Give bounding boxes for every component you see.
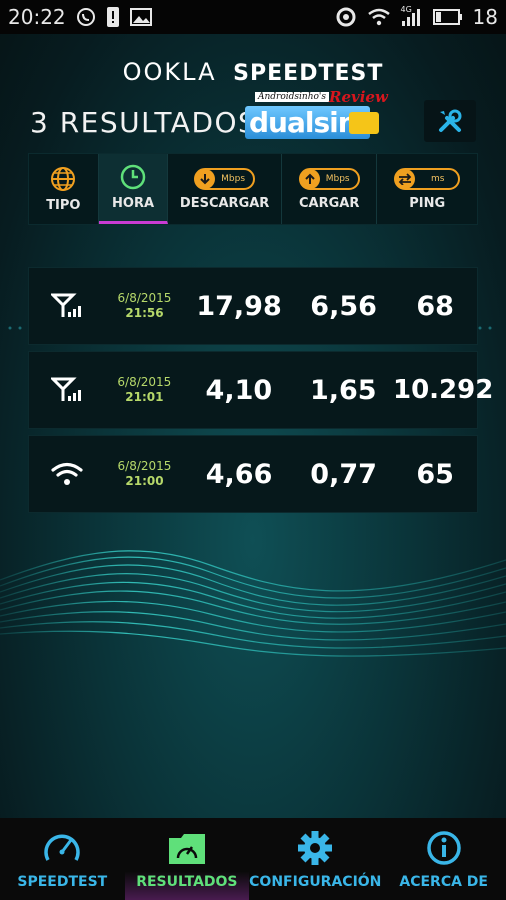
tab-label: DESCARGAR xyxy=(179,195,270,211)
ookla-logo: OOKLA xyxy=(122,58,217,86)
results-count-title: 3 RESULTADOS xyxy=(30,106,258,139)
ping-unit: ms xyxy=(430,173,445,184)
connection-type xyxy=(29,293,105,319)
cellular-signal-icon: 4G xyxy=(400,5,423,27)
result-datetime: 6/8/2015 21:01 xyxy=(105,375,185,405)
tab-label: HORA xyxy=(112,196,155,211)
tools-icon xyxy=(439,109,462,132)
tab-descargar[interactable]: Mbps DESCARGAR xyxy=(168,154,282,224)
connection-type xyxy=(29,461,105,487)
cellular-type-icon xyxy=(50,377,81,401)
sort-tabs: TIPO HORA Mbps DESCARGAR Mbps CARGAR ms … xyxy=(28,153,478,225)
gear-icon xyxy=(298,831,333,865)
result-time: 21:56 xyxy=(125,306,164,320)
wifi-type-icon xyxy=(51,462,83,485)
logo-review-text: Review xyxy=(329,88,388,106)
dualsim-watermark-logo: Androidsinho's Review dualsim xyxy=(243,88,388,142)
network-type: 4G xyxy=(400,5,412,14)
ping-unit-pill: ms xyxy=(393,167,461,190)
nav-label: SPEEDTEST xyxy=(17,874,108,890)
battery-level: 18 xyxy=(472,5,498,29)
connection-type xyxy=(29,377,105,403)
tab-ping[interactable]: ms PING xyxy=(377,154,477,224)
result-row[interactable]: 6/8/2015 21:56 17,98 6,56 68 xyxy=(28,267,478,345)
status-bar: 20:22 4G 18 xyxy=(0,0,506,34)
result-time: 21:00 xyxy=(125,474,164,488)
upload-unit-pill: Mbps xyxy=(298,167,360,190)
tab-tipo[interactable]: TIPO xyxy=(29,154,99,224)
tab-label: CARGAR xyxy=(298,195,360,211)
result-ping: 65 xyxy=(416,458,454,490)
result-date: 6/8/2015 xyxy=(117,459,172,473)
whatsapp-icon xyxy=(76,7,96,27)
result-time: 21:01 xyxy=(125,390,164,404)
nav-label: CONFIGURACIÓN xyxy=(249,874,382,890)
result-row[interactable]: 6/8/2015 21:01 4,10 1,65 10.292 xyxy=(28,351,494,429)
result-upload: 0,77 xyxy=(310,458,377,490)
sim-card-icon xyxy=(349,112,379,134)
clock-icon xyxy=(120,164,146,190)
speedometer-icon xyxy=(44,834,80,861)
battery-icon xyxy=(432,8,463,26)
app-brand: OOKLA SPEEDTEST xyxy=(0,58,506,86)
alert-icon xyxy=(106,6,120,28)
upload-arrow-icon xyxy=(299,168,320,189)
globe-icon xyxy=(51,166,76,191)
nav-label: ACERCA DE xyxy=(399,874,488,890)
result-download: 17,98 xyxy=(196,290,282,322)
results-list: 6/8/2015 21:56 17,98 6,56 68 6/8/2015 21… xyxy=(28,267,494,519)
decorative-wave xyxy=(0,550,506,657)
nav-resultados[interactable]: RESULTADOS xyxy=(124,818,250,900)
upload-unit: Mbps xyxy=(325,173,350,184)
result-download: 4,66 xyxy=(205,458,273,490)
result-date: 6/8/2015 xyxy=(117,291,172,305)
nav-acerca-de[interactable]: ACERCA DE xyxy=(381,818,506,900)
nav-label: RESULTADOS xyxy=(136,874,238,890)
result-download: 4,10 xyxy=(205,374,273,406)
ping-arrows-icon xyxy=(394,168,415,189)
result-date: 6/8/2015 xyxy=(117,375,172,389)
result-datetime: 6/8/2015 21:56 xyxy=(105,291,185,321)
download-arrow-icon xyxy=(195,168,216,189)
download-unit-pill: Mbps xyxy=(194,167,256,190)
status-time: 20:22 xyxy=(8,5,66,29)
results-folder-icon xyxy=(168,834,205,864)
image-icon xyxy=(129,8,152,26)
download-unit: Mbps xyxy=(221,173,246,184)
result-upload: 1,65 xyxy=(309,374,377,406)
nav-configuracion[interactable]: CONFIGURACIÓN xyxy=(249,818,381,900)
result-ping: 10.292 xyxy=(393,375,494,405)
tab-label: TIPO xyxy=(46,197,81,213)
result-upload: 6,56 xyxy=(310,290,377,322)
cellular-type-icon xyxy=(50,293,81,317)
info-icon xyxy=(426,831,461,865)
sync-icon xyxy=(335,6,357,28)
tools-button[interactable] xyxy=(424,100,476,142)
result-ping: 68 xyxy=(416,290,454,322)
wifi-status-icon xyxy=(367,8,391,26)
logo-small-text: Androidsinho's xyxy=(255,92,330,102)
speedtest-logo: SPEEDTEST xyxy=(233,61,384,86)
tab-hora[interactable]: HORA xyxy=(98,154,169,224)
result-datetime: 6/8/2015 21:00 xyxy=(105,459,185,489)
tab-label: PING xyxy=(409,195,446,211)
result-row[interactable]: 6/8/2015 21:00 4,66 0,77 65 xyxy=(28,435,478,513)
nav-speedtest[interactable]: SPEEDTEST xyxy=(0,818,125,900)
tab-cargar[interactable]: Mbps CARGAR xyxy=(282,154,378,224)
bottom-navigation: SPEEDTEST RESULTADOS CONFIGURACIÓN ACERC… xyxy=(0,818,506,900)
